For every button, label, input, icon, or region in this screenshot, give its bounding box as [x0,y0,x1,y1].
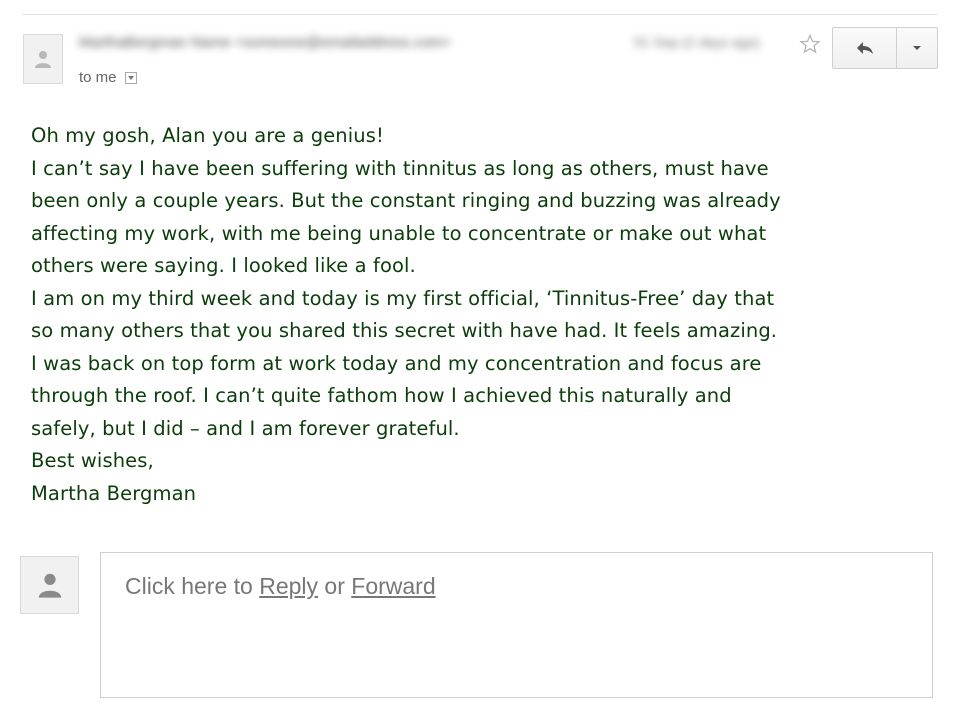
message-signature: Martha Bergman [31,481,197,505]
person-icon [35,51,51,68]
recipient-line: to me [79,69,137,86]
recipient-details-toggle[interactable] [124,71,137,84]
message-body: Oh my gosh, Alan you are a genius! I can… [31,120,936,510]
message-line: safely, but I did – and I am forever gra… [31,416,460,440]
reply-prompt-prefix: Click here to [125,573,260,599]
message-line: affecting my work, with me being unable … [31,221,767,245]
message-line: Best wishes, [31,449,154,472]
message-line: others were saying. I looked like a fool… [31,254,416,277]
top-divider [22,14,938,15]
reply-button[interactable] [833,28,897,68]
reply-prompt-middle: or [318,573,352,599]
reply-button-group [832,27,938,69]
caret-down-icon [127,75,134,80]
message-line: so many others that you shared this secr… [31,319,778,342]
more-options-button[interactable] [897,28,937,68]
reply-compose-box[interactable]: Click here to Reply or Forward [100,552,933,698]
message-line: been only a couple years. But the consta… [31,189,781,212]
user-avatar [20,556,79,614]
message-line: I was back on top form at work today and… [31,351,762,375]
caret-down-icon [913,46,921,50]
message-date-redacted: 01 Sep (2 days ago) [634,34,761,50]
reply-link[interactable]: Reply [259,573,318,599]
message-line: Oh my gosh, Alan you are a genius! [31,124,384,147]
person-icon [38,573,61,598]
message-line: I am on my third week and today is my fi… [31,286,775,310]
sender-avatar [23,34,63,84]
message-line: through the roof. I can’t quite fathom h… [31,384,732,407]
forward-link[interactable]: Forward [351,573,435,599]
star-icon [799,33,821,54]
star-button[interactable] [796,30,824,58]
recipient-label: to me [79,69,117,86]
message-line: I can’t say I have been suffering with t… [31,156,769,180]
sender-name-redacted: MarthaBergman Name <someone@emailaddress… [79,34,452,51]
reply-arrow-icon [856,42,873,54]
reply-prompt: Click here to Reply or Forward [125,573,436,600]
